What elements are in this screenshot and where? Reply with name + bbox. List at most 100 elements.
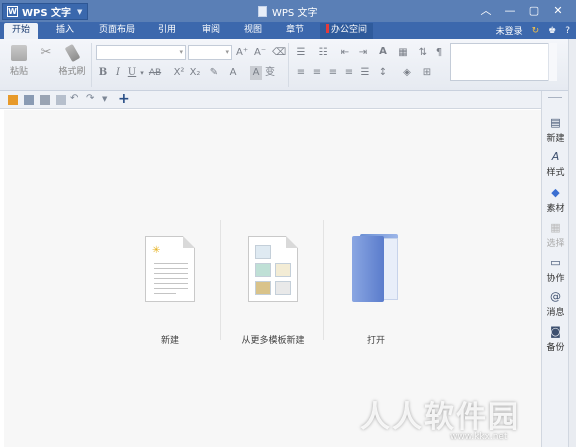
cut-button[interactable]: ✂	[38, 45, 54, 64]
chevron-down-icon: ▼	[77, 7, 83, 16]
align-left-icon[interactable]: ≡	[294, 66, 308, 80]
paste-button[interactable]: 粘贴	[8, 45, 30, 77]
font-size-select[interactable]: ▾	[188, 45, 232, 60]
align-right-icon[interactable]: ≡	[326, 66, 340, 80]
window-scrollbar[interactable]	[568, 39, 576, 447]
italic-button[interactable]: I	[113, 66, 123, 80]
text-effect-button[interactable]: A	[250, 66, 262, 80]
distribute-icon[interactable]: ☰	[358, 66, 372, 80]
underline-button[interactable]: U	[127, 66, 137, 80]
app-name: WPS 文字	[22, 8, 72, 19]
table-icon[interactable]: ▦	[396, 46, 410, 60]
watermark-url: www.kkx.net	[450, 432, 508, 442]
account-area: 未登录 ↻ ♚ ?	[487, 24, 570, 38]
save-icon[interactable]	[24, 95, 34, 105]
sparkle-icon: ✳	[152, 245, 161, 256]
backup-icon: ◙	[550, 325, 561, 338]
pinyin-button[interactable]: 变	[264, 66, 276, 80]
sidebar-item-label: 备份	[546, 343, 565, 353]
sidebar-item-collab[interactable]: ▭ 协作	[542, 257, 569, 284]
borders-icon[interactable]: ⊞	[420, 66, 434, 80]
minimize-button[interactable]: —	[498, 3, 522, 19]
show-marks-icon[interactable]: ¶	[432, 46, 446, 60]
clear-format-button[interactable]: ⌫	[272, 46, 286, 60]
maximize-button[interactable]: ▢	[522, 3, 546, 19]
style-gallery-scrollbar[interactable]	[548, 43, 557, 81]
help-button[interactable]: ?	[565, 26, 570, 36]
close-button[interactable]: ✕	[546, 3, 570, 19]
numbering-icon[interactable]: ☷	[316, 46, 330, 60]
font-name-select[interactable]: ▾	[96, 45, 186, 60]
app-menu-button[interactable]: W WPS 文字 ▼	[2, 3, 88, 20]
skin-icon[interactable]: ♚	[548, 26, 556, 36]
tab-chapter[interactable]: 章节	[278, 23, 312, 39]
sidebar-item-backup[interactable]: ◙ 备份	[542, 326, 569, 353]
tab-office-space[interactable]: 办公空间	[320, 23, 374, 39]
strikethrough-button[interactable]: AB	[147, 66, 163, 80]
chevron-down-icon[interactable]: ▾	[138, 66, 146, 80]
sidebar-item-new[interactable]: ▤ 新建	[542, 117, 569, 144]
sidebar-item-material[interactable]: ◆ 素材	[542, 187, 569, 214]
divider	[323, 220, 324, 340]
sidebar-item-label: 新建	[546, 134, 565, 144]
bold-button[interactable]: B	[98, 66, 108, 80]
sort-icon[interactable]: ⇅	[416, 46, 430, 60]
material-icon: ◆	[551, 186, 560, 199]
subscript-button[interactable]: X₂	[188, 66, 202, 80]
login-link[interactable]: 未登录	[496, 24, 523, 37]
tab-view[interactable]: 视图	[236, 23, 270, 39]
sidebar-grip	[548, 97, 562, 98]
tab-page-layout[interactable]: 页面布局	[92, 23, 142, 39]
sidebar-item-style[interactable]: A 样式	[542, 151, 569, 178]
indent-icon[interactable]: ⇥	[356, 46, 370, 60]
shrink-font-button[interactable]: A⁻	[254, 46, 266, 60]
grow-font-button[interactable]: A⁺	[236, 46, 248, 60]
tab-review[interactable]: 审阅	[194, 23, 228, 39]
title-bar: W WPS 文字 ▼ WPS 文字 ︿ — ▢ ✕	[0, 0, 576, 22]
print-preview-icon[interactable]	[56, 95, 66, 105]
watermark-text: 人人软件园	[360, 400, 520, 435]
chevron-down-icon[interactable]: ▼	[102, 95, 107, 103]
scissors-icon: ✂	[40, 45, 52, 60]
brush-icon	[64, 43, 80, 63]
group-separator	[91, 43, 92, 87]
task-pane-sidebar: ▤ 新建 A 样式 ◆ 素材 ▦ 选择 ▭ 协作 @ 消息 ◙ 备份	[541, 91, 568, 447]
outdent-icon[interactable]: ⇤	[338, 46, 352, 60]
shading-icon[interactable]: ◈	[400, 66, 414, 80]
format-painter-button[interactable]: 格式刷	[58, 43, 86, 77]
ribbon-tab-bar: 开始 插入 页面布局 引用 审阅 视图 章节 办公空间 未登录 ↻ ♚ ?	[0, 22, 576, 39]
open-icon[interactable]	[8, 95, 18, 105]
template-document-icon	[248, 236, 298, 302]
line-spacing-icon[interactable]: ↕	[376, 66, 390, 80]
justify-icon[interactable]: ≡	[342, 66, 356, 80]
sync-icon[interactable]: ↻	[532, 26, 540, 36]
open-document-label: 打开	[366, 336, 385, 346]
undo-icon[interactable]: ↶	[70, 93, 78, 104]
window-title: WPS 文字	[258, 4, 317, 19]
superscript-button[interactable]: X²	[172, 66, 186, 80]
highlight-icon[interactable]: ✎	[208, 66, 220, 80]
tab-home[interactable]: 开始	[4, 23, 38, 39]
window-title-text: WPS 文字	[272, 8, 318, 19]
collapse-ribbon-button[interactable]: ︿	[474, 3, 498, 19]
sidebar-item-label: 样式	[546, 168, 565, 178]
new-tab-plus-icon[interactable]: +	[118, 91, 130, 107]
style-gallery[interactable]	[450, 43, 557, 81]
paste-icon	[11, 45, 27, 61]
quick-access-toolbar: ↶ ↷ ▼ +	[0, 91, 576, 109]
blank-document-icon: ✳	[145, 236, 195, 302]
tab-references[interactable]: 引用	[150, 23, 184, 39]
text-direction-icon[interactable]: A	[376, 45, 390, 59]
message-icon: @	[550, 290, 561, 303]
style-icon: A	[551, 150, 560, 163]
new-from-template-label: 从更多模板新建	[241, 336, 305, 346]
sidebar-item-message[interactable]: @ 消息	[542, 291, 569, 318]
redo-icon[interactable]: ↷	[86, 93, 94, 104]
tab-insert[interactable]: 插入	[48, 23, 82, 39]
bullets-icon[interactable]: ☰	[294, 46, 308, 60]
select-icon: ▦	[550, 221, 561, 234]
print-icon[interactable]	[40, 95, 50, 105]
sidebar-item-select[interactable]: ▦ 选择	[542, 222, 569, 249]
font-color-button[interactable]: A	[228, 66, 238, 80]
align-center-icon[interactable]: ≡	[310, 66, 324, 80]
